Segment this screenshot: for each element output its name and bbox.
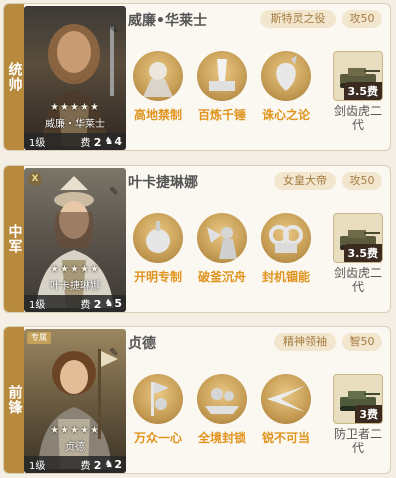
unit-slot[interactable]: 3.5费 剑齿虎二代 (330, 213, 386, 294)
position-label: 中军 (6, 224, 23, 254)
hero-name: 贞德 (128, 336, 156, 352)
skill-slot-3[interactable]: 锐不可当 (255, 374, 317, 446)
cost-value: 2 (93, 298, 102, 311)
hero-trait-tag: 女皇大帝 (274, 172, 336, 190)
hero-trait-tag: 精神领袖 (274, 333, 336, 351)
skill-name: 破釜沉舟 (197, 270, 246, 284)
cavalry-icon: ♞ (104, 459, 114, 470)
hero-stat-tag: 攻50 (342, 10, 382, 28)
cavalry-icon: ♞ (104, 298, 114, 309)
hero-trait-tag: 斯特灵之役 (260, 10, 336, 28)
skill-icon (197, 374, 247, 424)
skill-name: 百炼千锤 (197, 108, 246, 122)
portrait-footer: 1级 费 2 ♞ 4 (24, 133, 126, 150)
hero-stat-tag: 攻50 (342, 172, 382, 190)
unit-cost: 3.5费 (343, 82, 382, 100)
hero-cost: 费 2 (81, 296, 102, 311)
hero-level: 1级 (29, 300, 46, 311)
cost-label: 费 (80, 300, 91, 311)
skill-name: 诛心之论 (261, 108, 310, 122)
skill-icon (261, 374, 311, 424)
unit-slot[interactable]: 3费 防卫者二代 (330, 374, 386, 455)
skill-slot-1[interactable]: 高地禁制 (127, 51, 189, 123)
cost-value: 2 (93, 459, 102, 472)
portrait-footer: 1级 费 2 ♞ 2 (24, 456, 126, 473)
tank-icon: 3.5费 (333, 213, 383, 263)
hero-portrait[interactable]: ✎ ★★★★★ 威廉・华莱士 1级 费 2 ♞ 4 (24, 6, 126, 150)
cost-value: 2 (93, 136, 102, 149)
unit-name: 剑齿虎二代 (333, 266, 382, 294)
hero-cost: 费 2 (81, 134, 102, 149)
troop-count: 2 (114, 458, 122, 471)
troop-count: 4 (114, 135, 122, 148)
hero-card-1[interactable]: 统帅 ✎ ★★★★★ 威廉・华莱士 1级 费 2 ♞ 4 威廉•华莱士 斯特灵之… (3, 3, 391, 151)
position-label: 前锋 (6, 385, 23, 415)
edit-pencil-icon[interactable]: ✎ (108, 347, 120, 359)
exclusive-badge: 专属 (27, 332, 51, 344)
skill-icon (133, 213, 183, 263)
unit-cost: 3费 (355, 405, 382, 423)
skill-icon (197, 213, 247, 263)
skill-name: 高地禁制 (133, 108, 182, 122)
hero-portrait[interactable]: 专属 ✎ ★★★★★ 贞德 1级 费 2 ♞ 2 (24, 329, 126, 473)
skill-slot-3[interactable]: 封机锢能 (255, 213, 317, 285)
skill-icon (133, 374, 183, 424)
edit-pencil-icon[interactable]: ✎ (108, 186, 120, 198)
star-rating: ★★★★★ (50, 264, 100, 275)
hero-portrait[interactable]: X ✎ ★★★★★ 叶卡捷琳娜 1级 费 2 ♞ 5 (24, 168, 126, 312)
skill-name: 封机锢能 (261, 270, 310, 284)
hero-card-3[interactable]: 前锋 专属 ✎ ★★★★★ 贞德 1级 费 2 ♞ 2 贞德 精神领袖 智50 … (3, 326, 391, 474)
skill-slot-1[interactable]: 万众一心 (127, 374, 189, 446)
portrait-footer: 1级 费 2 ♞ 5 (24, 295, 126, 312)
skill-name: 锐不可当 (261, 431, 310, 445)
hero-level: 1级 (29, 461, 46, 472)
portrait-hero-name: 叶卡捷琳娜 (50, 281, 100, 292)
unit-name: 剑齿虎二代 (333, 104, 382, 132)
skill-icon (261, 51, 311, 101)
position-strip: 统帅 (4, 4, 24, 150)
unit-slot[interactable]: 3.5费 剑齿虎二代 (330, 51, 386, 132)
position-strip: 中军 (4, 166, 24, 312)
hero-level: 1级 (29, 138, 46, 149)
edit-pencil-icon[interactable]: ✎ (108, 24, 120, 36)
hero-card-2[interactable]: 中军 X ✎ ★★★★★ 叶卡捷琳娜 1级 费 2 ♞ 5 叶卡捷琳娜 女皇大帝… (3, 165, 391, 313)
faction-badge-icon: X (28, 172, 42, 186)
cost-label: 费 (80, 461, 91, 472)
skill-slot-3[interactable]: 诛心之论 (255, 51, 317, 123)
cost-label: 费 (80, 138, 91, 149)
skill-slot-2[interactable]: 全境封锁 (191, 374, 253, 446)
skill-name: 万众一心 (133, 431, 182, 445)
skill-icon (261, 213, 311, 263)
tank-icon: 3费 (333, 374, 383, 424)
portrait-hero-name: 贞德 (65, 442, 85, 453)
star-rating: ★★★★★ (50, 102, 100, 113)
position-strip: 前锋 (4, 327, 24, 473)
unit-cost: 3.5费 (343, 244, 382, 262)
position-label: 统帅 (6, 62, 23, 92)
unit-name: 防卫者二代 (333, 427, 382, 455)
hero-name: 叶卡捷琳娜 (128, 175, 198, 191)
skill-slot-2[interactable]: 百炼千锤 (191, 51, 253, 123)
hero-cost: 费 2 (81, 457, 102, 472)
skill-name: 全境封锁 (197, 431, 246, 445)
hero-stat-tag: 智50 (342, 333, 382, 351)
skill-name: 开明专制 (133, 270, 182, 284)
hero-name: 威廉•华莱士 (128, 13, 207, 29)
skill-icon (197, 51, 247, 101)
troop-count: 5 (114, 297, 122, 310)
tank-icon: 3.5费 (333, 51, 383, 101)
cavalry-icon: ♞ (104, 136, 114, 147)
skill-slot-1[interactable]: 开明专制 (127, 213, 189, 285)
star-rating: ★★★★★ (50, 425, 100, 436)
skill-icon (133, 51, 183, 101)
portrait-hero-name: 威廉・华莱士 (45, 119, 105, 130)
skill-slot-2[interactable]: 破釜沉舟 (191, 213, 253, 285)
